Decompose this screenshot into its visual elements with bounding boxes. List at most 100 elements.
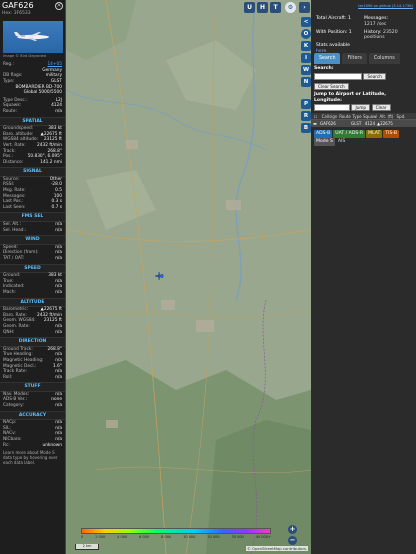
search-label: Search:: [314, 66, 334, 71]
legend-tick: 2 000: [95, 535, 106, 539]
section-signal[interactable]: SIGNAL: [0, 167, 65, 177]
fms-list: Sel. Alt.: n/a Sel. Head.: n/a: [0, 222, 65, 233]
side-button-w[interactable]: W: [301, 65, 311, 75]
jump-row: Jump Clear: [314, 103, 414, 112]
jump-input[interactable]: [314, 103, 350, 111]
wind-list: Speed: n/a Direction (from): n/a TAT / OAT: n…: [0, 245, 65, 262]
tag-adsb[interactable]: ADS-B: [314, 130, 333, 138]
messages: Messages: 1217 /sec: [364, 16, 416, 28]
direction-label: Roll:: [3, 374, 13, 380]
signal-row: Last Seen: 0.7 s: [0, 205, 65, 211]
hex-line: Hex: 3F6533: [0, 11, 65, 17]
col-squawk[interactable]: Squawk: [363, 113, 377, 119]
legend-tick: 20 000: [207, 535, 220, 539]
type-label: Type:: [3, 78, 15, 84]
tag-uat[interactable]: UAT / ADS-R: [333, 130, 366, 138]
aircraft-icon[interactable]: [154, 271, 164, 281]
altitude-legend-ticks: 0 2 000 4 000 6 000 8 000 10 000 20 000 …: [81, 535, 271, 540]
clear-search-button[interactable]: Clear Search: [314, 82, 349, 90]
route-value: n/a: [55, 108, 62, 114]
direction-row: Roll: n/a: [0, 375, 65, 381]
spatial-row: Distance: 141.2 nmi: [0, 160, 65, 166]
side-button-p[interactable]: P: [301, 99, 311, 109]
hex-label: Hex:: [2, 11, 13, 16]
signal-value: 0.7 s: [51, 204, 62, 210]
side-button-back[interactable]: <: [301, 17, 311, 27]
github-link[interactable]: tar1090 on github (3.14.1736): [358, 4, 413, 10]
tag-ais[interactable]: AIS: [336, 138, 347, 146]
map-attribution[interactable]: © OpenStreetMap contributors.: [246, 546, 309, 551]
wind-value: n/a: [55, 256, 62, 261]
reg-link[interactable]: 14+05: [47, 62, 62, 68]
jump-label: Jump to Airport or Latitude, Longitude:: [314, 92, 386, 103]
legend-tick: 10 000: [183, 535, 196, 539]
legend-tick: 8 000: [161, 535, 172, 539]
signal-label: Last Seen:: [3, 204, 26, 210]
clear-jump-button[interactable]: Clear: [371, 103, 391, 111]
row-callsign: GAF626: [320, 121, 336, 126]
legend-tick: 0: [81, 535, 84, 539]
map-button-u[interactable]: U: [244, 2, 255, 13]
map-button-t[interactable]: T: [270, 2, 281, 13]
altitude-list: Barometric: ▲22675 ft Baro. Rate: 2432 ft/m…: [0, 307, 65, 335]
tag-tisb[interactable]: TIS-B: [383, 130, 400, 138]
side-button-i[interactable]: I: [301, 53, 311, 63]
col-checkbox[interactable]: ☐: [311, 113, 320, 119]
speed-label: Mach:: [3, 289, 16, 295]
col-route[interactable]: Route: [339, 113, 351, 119]
total-aircraft: Total Aircraft: 1: [316, 16, 362, 28]
section-spatial[interactable]: SPATIAL: [0, 116, 65, 127]
fms-row: Sel. Head.: n/a: [0, 228, 65, 234]
zoom-in-button[interactable]: +: [288, 525, 297, 534]
tab-filters[interactable]: Filters: [342, 53, 367, 64]
section-direction[interactable]: DIRECTION: [0, 337, 65, 347]
map-button-h[interactable]: H: [257, 2, 268, 13]
with-pos-value: 1: [348, 29, 352, 35]
tab-columns[interactable]: Columns: [368, 53, 400, 64]
side-button-n[interactable]: N: [301, 77, 311, 87]
tab-search[interactable]: Search: [314, 53, 341, 64]
table-header: ☐ Callsign Route Type Squawk Alt. (ft) S…: [311, 113, 416, 120]
altitude-row: QNH: n/a: [0, 330, 65, 336]
section-speed[interactable]: SPEED: [0, 263, 65, 274]
table-row[interactable]: ▬ GAF626 GLST 4124 ▲22675: [311, 120, 416, 127]
toggle-sidebar-icon[interactable]: ›: [299, 2, 310, 13]
section-accuracy[interactable]: ACCURACY: [0, 410, 65, 421]
side-button-o[interactable]: O: [301, 29, 311, 39]
row-squawk: 4124: [364, 121, 375, 126]
col-altitude[interactable]: Alt. (ft): [377, 113, 396, 119]
side-button-k[interactable]: K: [301, 41, 311, 51]
aircraft-photo[interactable]: [3, 20, 63, 53]
row-flag-icon: ▬: [313, 121, 317, 126]
tag-modes[interactable]: Mode S: [314, 138, 335, 146]
close-icon[interactable]: ×: [55, 1, 63, 10]
side-button-r[interactable]: R: [301, 111, 311, 121]
speed-row: Mach: n/a: [0, 290, 65, 296]
jump-button[interactable]: Jump: [351, 103, 371, 111]
with-position: With Position: 1: [316, 30, 362, 42]
hex-value: 3F6533: [13, 11, 31, 16]
tag-mlat[interactable]: MLAT: [366, 130, 383, 138]
search-input[interactable]: [314, 72, 362, 80]
side-button-b[interactable]: B: [301, 123, 311, 133]
section-wind[interactable]: WIND: [0, 235, 65, 245]
search-button[interactable]: Search: [363, 72, 386, 80]
fms-value: n/a: [55, 227, 62, 233]
col-type[interactable]: Type: [351, 113, 363, 119]
spatial-value: 141.2 nmi: [40, 159, 62, 165]
selected-header: GAF626 ×: [0, 0, 65, 11]
settings-gear-icon[interactable]: ⚙: [285, 2, 296, 13]
app-root: GAF626 × Hex: 3F6533 Image © Bird Degrad…: [0, 0, 416, 554]
legend-tick: 4 000: [117, 535, 128, 539]
wind-row: TAT / OAT: n/a: [0, 256, 65, 262]
section-altitude[interactable]: ALTITUDE: [0, 297, 65, 308]
section-fms-sel[interactable]: FMS SEL: [0, 212, 65, 223]
fms-label: Sel. Head.:: [3, 227, 27, 233]
stats-row-2: With Position: 1 History: 23520 position…: [316, 30, 416, 42]
map-view[interactable]: U H T ⚙ › < O K I W N P R B + − 0 2 000 …: [66, 0, 311, 554]
zoom-out-button[interactable]: −: [288, 536, 297, 545]
col-callsign[interactable]: Callsign: [320, 113, 339, 119]
section-stuff[interactable]: STUFF: [0, 382, 65, 392]
col-speed[interactable]: Spd.: [396, 113, 406, 119]
total-value: 1: [347, 16, 351, 21]
